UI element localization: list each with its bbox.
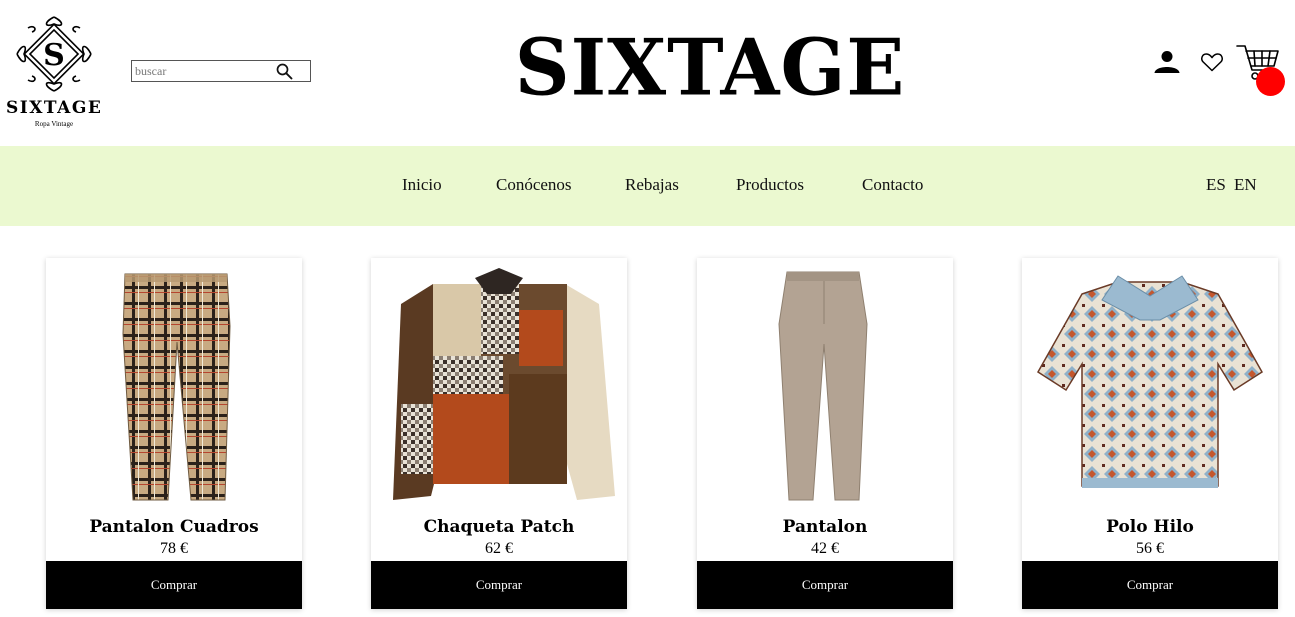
language-en[interactable]: EN [1234, 175, 1257, 195]
buy-button[interactable]: Comprar [1022, 561, 1278, 609]
cart-badge [1256, 67, 1285, 96]
product-card[interactable]: Polo Hilo 56 € Comprar [1022, 258, 1278, 609]
search-icon [276, 63, 292, 79]
buy-button[interactable]: Comprar [697, 561, 953, 609]
site-header: S SIXTAGE Ropa Vintage SIXTAGE [0, 0, 1295, 146]
user-icon[interactable] [1153, 48, 1181, 76]
logo-name: SIXTAGE [6, 98, 103, 118]
product-card[interactable]: Pantalon Cuadros 78 € Comprar [46, 258, 302, 609]
main-nav: Inicio Conócenos Rebajas Productos Conta… [0, 146, 1295, 226]
product-name: Pantalon [782, 517, 868, 537]
logo[interactable]: S SIXTAGE Ropa Vintage [6, 14, 102, 132]
brand-title[interactable]: SIXTAGE [500, 17, 920, 119]
product-card[interactable]: Pantalon 42 € Comprar [697, 258, 953, 609]
product-price: 78 € [160, 540, 188, 557]
knit-polo-image [1036, 275, 1264, 488]
search-button[interactable] [274, 62, 294, 80]
product-price: 56 € [1136, 540, 1164, 557]
nav-item-contacto[interactable]: Contacto [862, 175, 923, 195]
language-es[interactable]: ES [1206, 175, 1226, 195]
product-card[interactable]: Chaqueta Patch 62 € Comprar [371, 258, 627, 609]
heart-icon[interactable] [1200, 50, 1224, 74]
product-name: Polo Hilo [1106, 517, 1194, 537]
logo-tagline: Ropa Vintage [34, 120, 74, 128]
patchwork-jacket-image [393, 268, 615, 500]
svg-text:S: S [43, 38, 65, 73]
product-price: 62 € [485, 540, 513, 557]
nav-item-inicio[interactable]: Inicio [402, 175, 442, 195]
product-name: Chaqueta Patch [423, 517, 575, 537]
product-name: Pantalon Cuadros [89, 517, 259, 537]
nav-item-conocenos[interactable]: Conócenos [496, 175, 572, 195]
buy-button[interactable]: Comprar [371, 561, 627, 609]
nav-item-rebajas[interactable]: Rebajas [625, 175, 679, 195]
beige-trousers-image [778, 271, 868, 501]
plaid-trousers-image [122, 273, 231, 501]
buy-button[interactable]: Comprar [46, 561, 302, 609]
search-box [131, 60, 311, 82]
nav-item-productos[interactable]: Productos [736, 175, 804, 195]
product-price: 42 € [811, 540, 839, 557]
logo-emblem-icon: S [16, 16, 92, 92]
search-input[interactable] [135, 63, 275, 79]
